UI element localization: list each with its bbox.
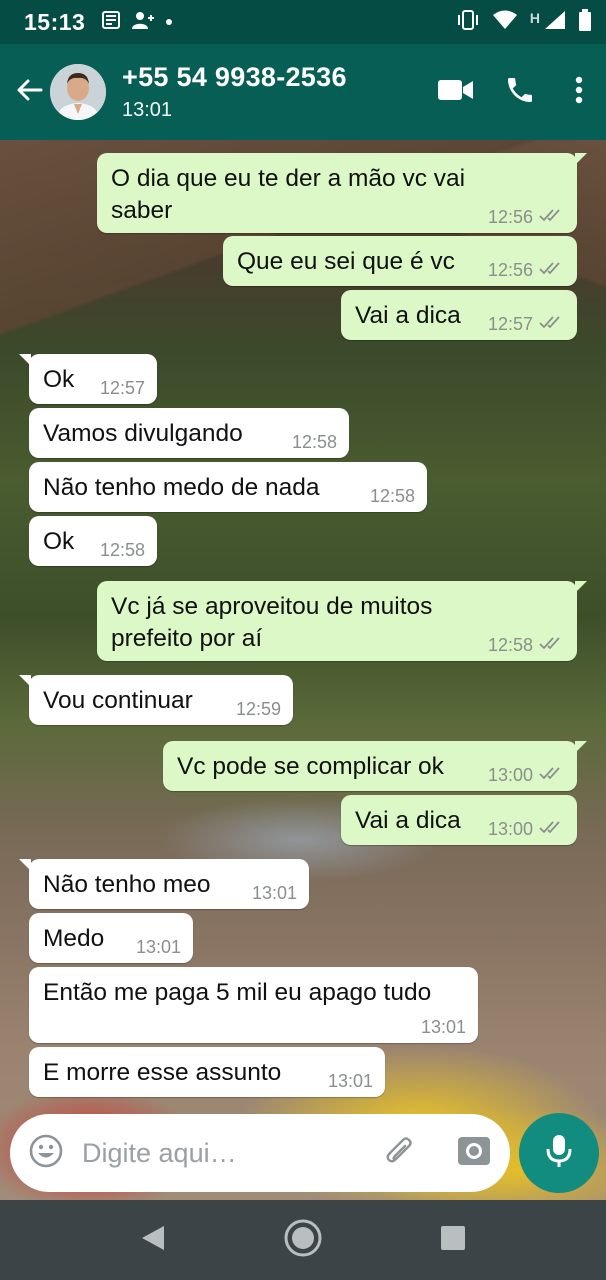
message-time: 12:57 xyxy=(487,314,533,334)
message-bubble[interactable]: Ok 12:57 xyxy=(19,354,157,404)
nav-back-button[interactable] xyxy=(78,1200,228,1280)
message-bubble[interactable]: Então me paga 5 mil eu apago tudo 13:01 xyxy=(29,967,478,1043)
message-text: E morre esse assunto xyxy=(43,1059,282,1086)
message-bubble[interactable]: Vc pode se complicar ok 13:00 xyxy=(163,741,587,791)
contact-name: +55 54 9938-2536 xyxy=(122,62,347,92)
news-notification-icon xyxy=(101,10,121,35)
message-bubble[interactable]: O dia que eu te der a mão vc vai saber 1… xyxy=(97,153,587,233)
message-bubble[interactable]: Medo 13:01 xyxy=(29,913,193,963)
message-text: Então me paga 5 mil eu apago tudo xyxy=(43,979,432,1006)
double-check-icon xyxy=(539,260,565,280)
message-bubble[interactable]: Vai a dica 13:00 xyxy=(341,795,577,845)
message-bubble[interactable]: Vamos divulgando 12:58 xyxy=(29,408,349,458)
circle-home-icon xyxy=(283,1218,323,1263)
message-time: 12:56 xyxy=(487,260,533,280)
system-navigation-bar xyxy=(0,1200,606,1280)
nav-home-button[interactable] xyxy=(228,1200,378,1280)
emoji-icon xyxy=(28,1133,64,1174)
voice-call-button[interactable] xyxy=(488,44,552,140)
paperclip-icon xyxy=(382,1133,418,1174)
double-check-icon xyxy=(539,819,565,839)
vibrate-icon xyxy=(456,9,480,36)
message-time: 13:00 xyxy=(487,765,533,785)
emoji-button[interactable] xyxy=(28,1133,64,1174)
avatar[interactable] xyxy=(50,64,106,120)
message-bubble[interactable]: Vc já se aproveitou de muitos prefeito p… xyxy=(97,581,587,661)
double-check-icon xyxy=(539,207,565,227)
message-bubble[interactable]: E morre esse assunto 13:01 xyxy=(29,1047,385,1097)
message-text: Não tenho medo de nada xyxy=(43,474,320,501)
message-bubble[interactable]: Vou continuar 12:59 xyxy=(19,675,293,725)
message-bubble[interactable]: Não tenho medo de nada 12:58 xyxy=(29,462,427,512)
triangle-back-icon xyxy=(140,1224,166,1257)
square-recents-icon xyxy=(440,1225,466,1256)
message-time: 12:56 xyxy=(487,207,533,227)
video-camera-icon xyxy=(438,78,474,107)
signal-icon xyxy=(544,10,566,35)
message-bubble[interactable]: Não tenho meo 13:01 xyxy=(19,859,309,909)
status-time: 15:13 xyxy=(24,8,86,35)
message-input[interactable]: Digite aqui… xyxy=(82,1138,382,1169)
double-check-icon xyxy=(539,635,565,655)
message-time: 12:58 xyxy=(369,486,415,506)
back-button[interactable] xyxy=(4,44,54,140)
chat-area[interactable]: O dia que eu te der a mão vc vai saber 1… xyxy=(0,140,606,1200)
message-time: 12:58 xyxy=(291,432,337,452)
video-call-button[interactable] xyxy=(424,44,488,140)
more-vertical-icon xyxy=(575,76,583,109)
add-contact-notification-icon xyxy=(131,10,155,35)
contact-info[interactable]: +55 54 9938-2536 13:01 xyxy=(122,62,347,122)
message-time: 13:01 xyxy=(135,937,181,957)
message-time: 13:01 xyxy=(251,883,297,903)
message-time: 13:00 xyxy=(487,819,533,839)
message-time: 13:01 xyxy=(420,1017,466,1037)
last-seen: 13:01 xyxy=(122,99,173,121)
notification-dot-icon xyxy=(165,13,173,31)
microphone-icon xyxy=(544,1133,574,1174)
wifi-icon xyxy=(492,10,518,35)
message-time: 12:58 xyxy=(99,540,145,560)
double-check-icon xyxy=(539,765,565,785)
message-composer[interactable]: Digite aqui… xyxy=(10,1114,510,1192)
arrow-left-icon xyxy=(14,75,44,110)
double-check-icon xyxy=(539,314,565,334)
message-bubble[interactable]: Ok 12:58 xyxy=(29,516,157,566)
camera-icon xyxy=(456,1134,492,1173)
voice-message-button[interactable] xyxy=(519,1113,599,1193)
chat-header: +55 54 9938-2536 13:01 xyxy=(0,44,606,140)
nav-recents-button[interactable] xyxy=(378,1200,528,1280)
phone-icon xyxy=(504,74,536,111)
network-type-label: H xyxy=(529,10,540,26)
message-time: 13:01 xyxy=(327,1071,373,1091)
message-time: 12:59 xyxy=(235,699,281,719)
battery-icon xyxy=(578,8,592,36)
message-bubble[interactable]: Vai a dica 12:57 xyxy=(341,290,577,340)
camera-button[interactable] xyxy=(456,1134,492,1173)
message-bubble[interactable]: Que eu sei que é vc 12:56 xyxy=(223,236,577,286)
message-time: 12:58 xyxy=(487,635,533,655)
status-bar: 15:13 H xyxy=(0,0,606,44)
attach-button[interactable] xyxy=(382,1133,418,1174)
menu-button[interactable] xyxy=(552,44,606,140)
message-time: 12:57 xyxy=(99,378,145,398)
